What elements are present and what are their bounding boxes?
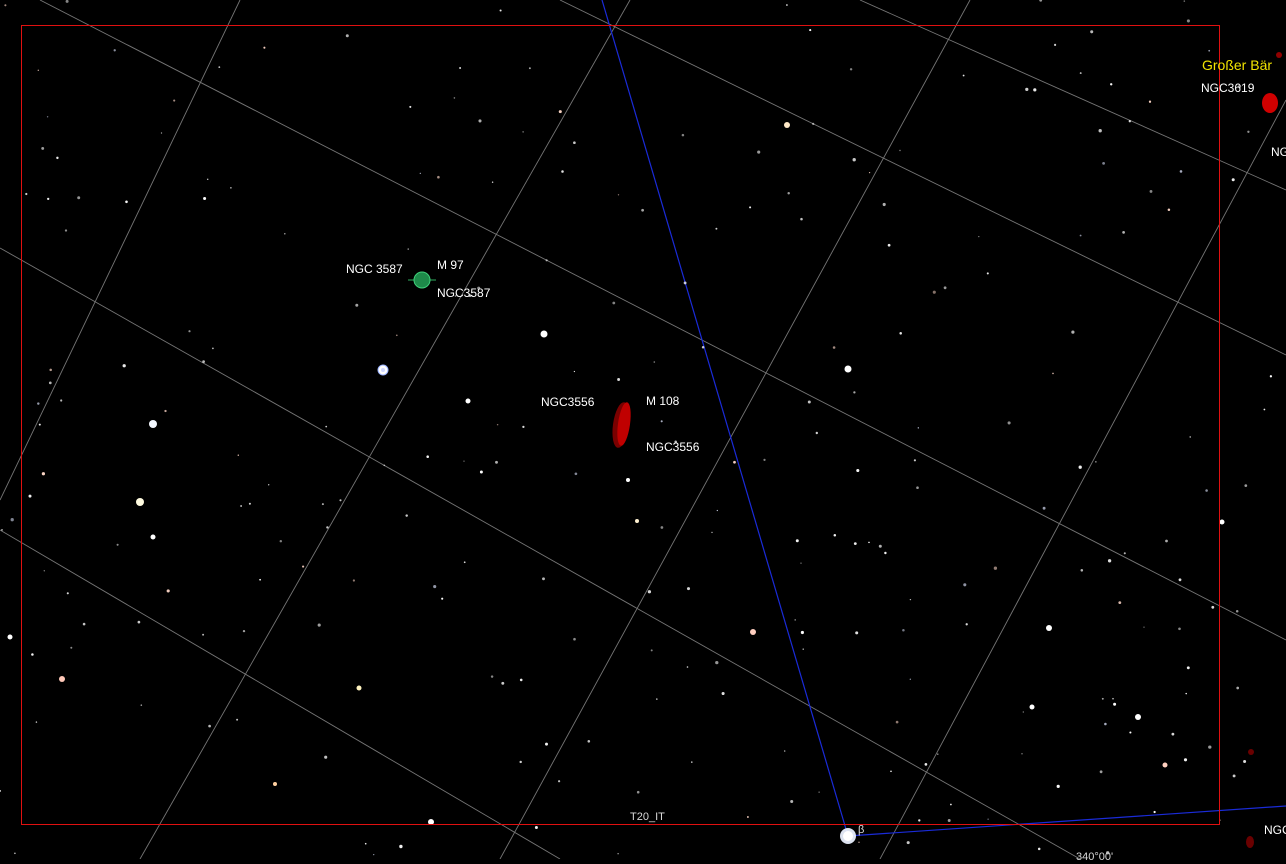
- ngc3619-label[interactable]: NGC3619: [1201, 81, 1254, 95]
- ngc-edge-label-bottom[interactable]: NGC: [1264, 823, 1286, 837]
- ngc-edge-label-right[interactable]: NG: [1271, 145, 1286, 159]
- field-of-view-frame: [21, 25, 1220, 825]
- m97-ngc-id-label[interactable]: NGC3587: [437, 286, 490, 300]
- m108-ngc-left-label[interactable]: NGC3556: [541, 395, 594, 409]
- fov-name-label: T20_IT: [630, 811, 665, 823]
- m97-ngc-label[interactable]: NGC 3587: [346, 262, 403, 276]
- beta-star-label: β: [858, 824, 865, 836]
- ngc-bottom-galaxy-icon[interactable]: [1246, 836, 1254, 848]
- m97-messier-label[interactable]: M 97: [437, 258, 464, 272]
- m108-ngc-id-label[interactable]: NGC3556: [646, 440, 699, 454]
- constellation-label: Großer Bär: [1202, 57, 1273, 73]
- ra-grid-label: 340°00': [1076, 851, 1114, 863]
- m108-messier-label[interactable]: M 108: [646, 394, 679, 408]
- ngc-right-galaxy-icon[interactable]: [1248, 749, 1254, 755]
- beta-star-icon[interactable]: [840, 828, 856, 844]
